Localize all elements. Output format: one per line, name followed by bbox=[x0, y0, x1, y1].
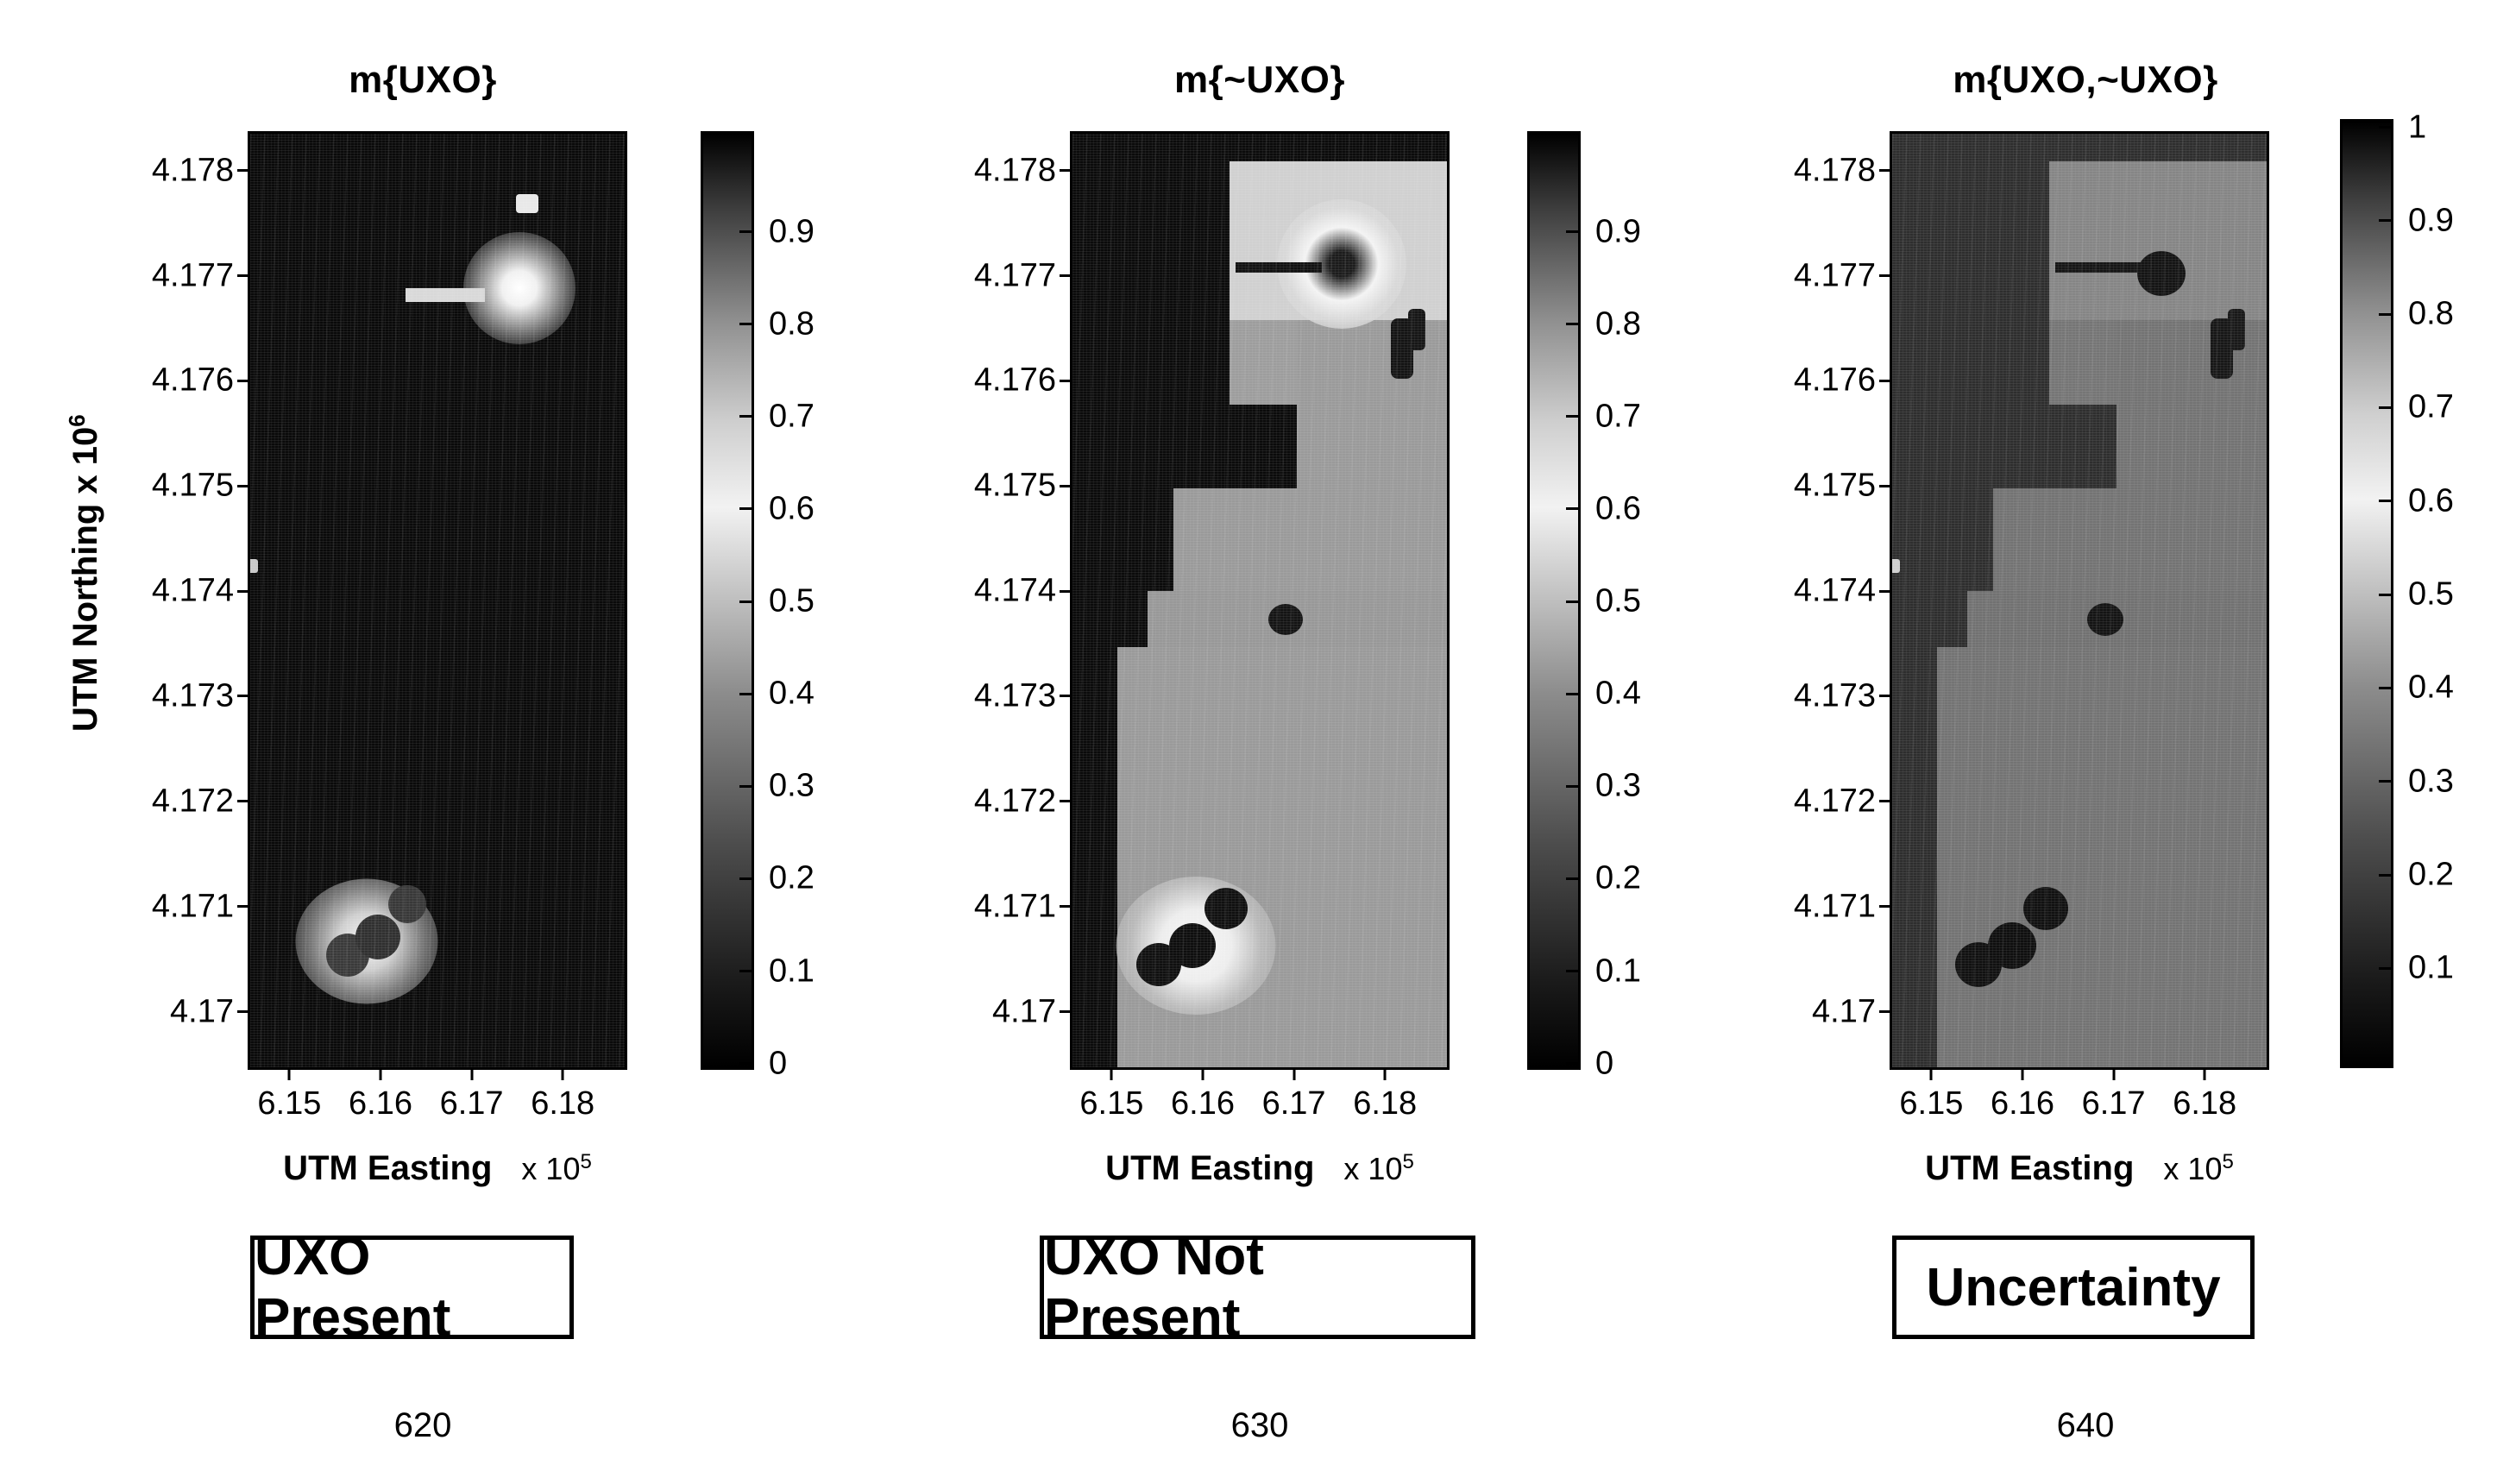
colorbar-uxo-present: 0.9 0.8 0.7 0.6 0.5 0.4 0.3 0.2 0.1 0 bbox=[701, 131, 815, 1081]
panel-uncertainty: m{UXO,~UXO} 4.178 4.177 4.176 4.175 4.17… bbox=[1674, 0, 2497, 1484]
y-tick: 4.175 bbox=[1794, 468, 1890, 505]
x-tick: 6.17 bbox=[2082, 1070, 2146, 1122]
reference-numeral-620: 620 bbox=[393, 1406, 452, 1444]
x-tick: 6.15 bbox=[1899, 1070, 1963, 1122]
heatmap-uncertainty bbox=[1890, 131, 2269, 1070]
colorbar-tick: 0.4 bbox=[752, 676, 815, 713]
x-tick: 6.16 bbox=[1991, 1070, 2054, 1122]
panel-uxo-present: m{UXO} UTM Northing x 106 4.178 4.177 4.… bbox=[0, 0, 846, 1484]
panel-title: m{UXO} bbox=[349, 59, 497, 101]
caption-label: UXO Not Present bbox=[1044, 1227, 1264, 1348]
y-tick: 4.171 bbox=[152, 888, 248, 925]
y-tick: 4.17 bbox=[1812, 993, 1890, 1030]
y-tick: 4.178 bbox=[152, 152, 248, 189]
caption-label: UXO Present bbox=[255, 1227, 451, 1348]
x-tick: 6.18 bbox=[1353, 1070, 1417, 1122]
plot-area-uncertainty: 4.178 4.177 4.176 4.175 4.174 4.173 4.17… bbox=[1794, 131, 2269, 1187]
colorbar-tick: 0.8 bbox=[752, 305, 815, 343]
colorbar-tick: 0.4 bbox=[2391, 670, 2454, 707]
caption-box-uncertainty: Uncertainty bbox=[1892, 1236, 2255, 1339]
colorbar-uncertainty: 1 0.9 0.8 0.7 0.6 0.5 0.4 0.3 0.2 0.1 bbox=[2340, 109, 2454, 1068]
reference-numeral-640: 640 bbox=[2056, 1406, 2115, 1444]
y-tick: 4.172 bbox=[974, 783, 1070, 820]
colorbar-tick: 0.8 bbox=[2391, 296, 2454, 333]
colorbar-tick: 0.7 bbox=[752, 398, 815, 435]
y-tick: 4.176 bbox=[974, 362, 1070, 399]
y-tick: 4.174 bbox=[152, 573, 248, 610]
colorbar-tick: 0.3 bbox=[1578, 768, 1641, 805]
y-tick: 4.171 bbox=[1794, 888, 1890, 925]
colorbar-tick: 0.7 bbox=[2391, 389, 2454, 426]
heatmap-uxo-present bbox=[248, 131, 627, 1070]
y-tick: 4.178 bbox=[974, 152, 1070, 189]
y-tick: 4.176 bbox=[1794, 362, 1890, 399]
colorbar-tick: 0.9 bbox=[2391, 202, 2454, 239]
colorbar-tick: 0.5 bbox=[1578, 583, 1641, 620]
y-tick: 4.174 bbox=[1794, 573, 1890, 610]
y-tick: 4.176 bbox=[152, 362, 248, 399]
colorbar-tick: 0.2 bbox=[1578, 860, 1641, 897]
y-tick: 4.178 bbox=[1794, 152, 1890, 189]
x-axis-label: UTM Easting x 105 bbox=[1925, 1149, 2234, 1187]
x-tick: 6.16 bbox=[349, 1070, 412, 1122]
y-tick: 4.171 bbox=[974, 888, 1070, 925]
colorbar-uxo-not-present: 0.9 0.8 0.7 0.6 0.5 0.4 0.3 0.2 0.1 0 bbox=[1527, 131, 1641, 1081]
figure-root: m{UXO} UTM Northing x 106 4.178 4.177 4.… bbox=[0, 0, 2497, 1484]
plot-area-uxo-present: 4.178 4.177 4.176 4.175 4.174 4.173 4.17… bbox=[152, 131, 627, 1187]
colorbar-tick: 0.9 bbox=[1578, 213, 1641, 250]
panel-uxo-not-present: m{~UXO} 4.178 4.177 4.176 4.175 4.174 4.… bbox=[846, 0, 1674, 1484]
colorbar-tick: 0.3 bbox=[2391, 763, 2454, 800]
colorbar-tick: 0.2 bbox=[752, 860, 815, 897]
colorbar-tick: 0.6 bbox=[2391, 482, 2454, 519]
y-axis-label: UTM Northing x 106 bbox=[63, 414, 105, 733]
colorbar-tick: 1 bbox=[2391, 109, 2426, 146]
colorbar-tick: 0.5 bbox=[752, 583, 815, 620]
caption-box-uxo-not-present: UXO Not Present bbox=[1040, 1227, 1475, 1348]
x-tick: 6.15 bbox=[1079, 1070, 1143, 1122]
x-tick: 6.15 bbox=[257, 1070, 321, 1122]
colorbar-tick: 0.8 bbox=[1578, 305, 1641, 343]
x-tick: 6.18 bbox=[2173, 1070, 2236, 1122]
colorbar-tick: 0.6 bbox=[752, 490, 815, 527]
colorbar-tick: 0.4 bbox=[1578, 676, 1641, 713]
x-axis-label: UTM Easting x 105 bbox=[283, 1149, 592, 1187]
heatmap-uxo-not-present bbox=[1070, 131, 1450, 1070]
plot-area-uxo-not-present: 4.178 4.177 4.176 4.175 4.174 4.173 4.17… bbox=[974, 131, 1450, 1187]
colorbar-tick: 0.3 bbox=[752, 768, 815, 805]
x-tick: 6.17 bbox=[1262, 1070, 1326, 1122]
x-tick: 6.16 bbox=[1171, 1070, 1235, 1122]
y-tick: 4.175 bbox=[974, 468, 1070, 505]
caption-label: Uncertainty bbox=[1926, 1257, 2221, 1317]
y-tick: 4.173 bbox=[974, 677, 1070, 714]
x-axis-label: UTM Easting x 105 bbox=[1105, 1149, 1414, 1187]
panel-title: m{~UXO} bbox=[1174, 59, 1345, 101]
reference-numeral-630: 630 bbox=[1230, 1406, 1289, 1444]
colorbar-tick: 0.1 bbox=[752, 953, 815, 990]
x-tick: 6.17 bbox=[440, 1070, 504, 1122]
colorbar-tick: 0.7 bbox=[1578, 398, 1641, 435]
panel-title: m{UXO,~UXO} bbox=[1953, 59, 2218, 101]
y-tick: 4.172 bbox=[152, 783, 248, 820]
y-tick: 4.177 bbox=[152, 257, 248, 294]
y-tick: 4.174 bbox=[974, 573, 1070, 610]
y-tick: 4.17 bbox=[170, 993, 248, 1030]
y-tick: 4.173 bbox=[1794, 677, 1890, 714]
colorbar-tick: 0 bbox=[752, 1045, 787, 1082]
x-tick: 6.18 bbox=[531, 1070, 594, 1122]
y-tick: 4.173 bbox=[152, 677, 248, 714]
y-tick: 4.177 bbox=[974, 257, 1070, 294]
y-tick: 4.177 bbox=[1794, 257, 1890, 294]
colorbar-tick: 0.2 bbox=[2391, 857, 2454, 894]
colorbar-tick: 0.9 bbox=[752, 213, 815, 250]
y-tick: 4.17 bbox=[992, 993, 1070, 1030]
colorbar-tick: 0.5 bbox=[2391, 576, 2454, 613]
colorbar-tick: 0.1 bbox=[1578, 953, 1641, 990]
colorbar-tick: 0.1 bbox=[2391, 950, 2454, 987]
y-tick: 4.175 bbox=[152, 468, 248, 505]
colorbar-tick: 0 bbox=[1578, 1045, 1613, 1082]
colorbar-tick: 0.6 bbox=[1578, 490, 1641, 527]
caption-box-uxo-present: UXO Present bbox=[250, 1227, 574, 1348]
y-tick: 4.172 bbox=[1794, 783, 1890, 820]
